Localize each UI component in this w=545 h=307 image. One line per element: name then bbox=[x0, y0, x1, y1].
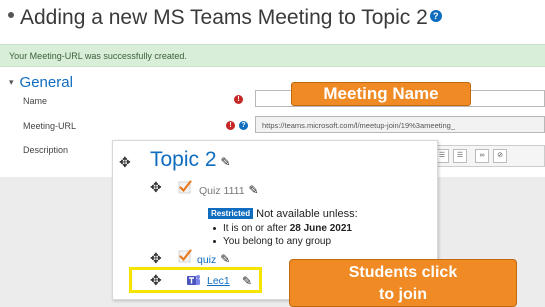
activity-name: quiz bbox=[197, 254, 217, 266]
restriction-condition-date: It is on or after 28 June 2021 bbox=[213, 223, 352, 234]
restriction-text: Not available unless: bbox=[256, 208, 358, 220]
name-label: Name bbox=[23, 96, 48, 106]
meeting-url-label: Meeting-URL bbox=[23, 121, 77, 131]
students-click-callout: Students click to join bbox=[289, 259, 517, 307]
link-icon[interactable]: ∞ bbox=[475, 149, 489, 163]
success-notice: Your Meeting-URL was successfully create… bbox=[0, 44, 545, 67]
callout-line-1: Students click bbox=[348, 264, 458, 281]
required-icon: ! bbox=[226, 121, 235, 130]
ms-teams-icon bbox=[187, 275, 200, 285]
numbered-list-icon[interactable]: ☰ bbox=[453, 149, 467, 163]
general-section-title: General bbox=[19, 74, 73, 91]
description-label: Description bbox=[23, 145, 69, 155]
page-title: Adding a new MS Teams Meeting to Topic 2… bbox=[8, 6, 538, 32]
help-icon[interactable]: ? bbox=[429, 10, 442, 23]
restricted-badge: Restricted bbox=[208, 208, 254, 219]
edit-pencil-icon[interactable]: ✎ bbox=[242, 274, 252, 288]
activity-lec1-link[interactable]: Lec1 bbox=[207, 275, 230, 287]
restriction-info: Restricted Not available unless: bbox=[208, 208, 358, 220]
quiz-check-icon bbox=[178, 249, 192, 263]
move-icon[interactable]: ✥ bbox=[150, 273, 162, 287]
callout-line-2: to join bbox=[379, 286, 427, 303]
general-section-header[interactable]: ▾ General bbox=[9, 74, 73, 91]
help-icon[interactable]: ? bbox=[239, 121, 248, 130]
edit-pencil-icon[interactable]: ✎ bbox=[249, 183, 259, 197]
unlink-icon[interactable]: ⊘ bbox=[493, 149, 507, 163]
restriction-condition-group: You belong to any group bbox=[213, 236, 331, 247]
quiz-check-icon bbox=[178, 180, 192, 194]
edit-pencil-icon[interactable]: ✎ bbox=[221, 155, 231, 169]
activity-name: Lec1 bbox=[207, 275, 230, 287]
move-icon[interactable]: ✥ bbox=[150, 180, 162, 194]
bullet-icon bbox=[213, 226, 216, 230]
editor-toolbar: ☰ ☰ ∞ ⊘ bbox=[430, 145, 545, 167]
topic-title-text: Topic 2 bbox=[150, 148, 217, 171]
bullet-icon bbox=[213, 239, 216, 243]
activity-quiz-1111[interactable]: Quiz 1111 ✎ bbox=[199, 183, 259, 197]
page-title-text: Adding a new MS Teams Meeting to Topic 2 bbox=[20, 6, 428, 29]
chevron-down-icon[interactable]: ▾ bbox=[9, 77, 14, 87]
success-notice-text: Your Meeting-URL was successfully create… bbox=[9, 51, 187, 61]
meeting-url-field[interactable]: https://teams.microsoft.com/l/meetup-joi… bbox=[255, 116, 545, 133]
activity-quiz[interactable]: quiz ✎ bbox=[197, 252, 230, 266]
meeting-name-callout: Meeting Name bbox=[291, 82, 471, 106]
move-icon[interactable]: ✥ bbox=[119, 155, 131, 169]
activity-name: Quiz 1111 bbox=[199, 185, 245, 197]
topic-title[interactable]: Topic 2 ✎ bbox=[150, 148, 231, 172]
edit-pencil-icon[interactable]: ✎ bbox=[220, 252, 230, 266]
move-icon[interactable]: ✥ bbox=[150, 251, 162, 265]
required-icon: ! bbox=[234, 95, 243, 104]
bullet-icon bbox=[8, 12, 14, 19]
